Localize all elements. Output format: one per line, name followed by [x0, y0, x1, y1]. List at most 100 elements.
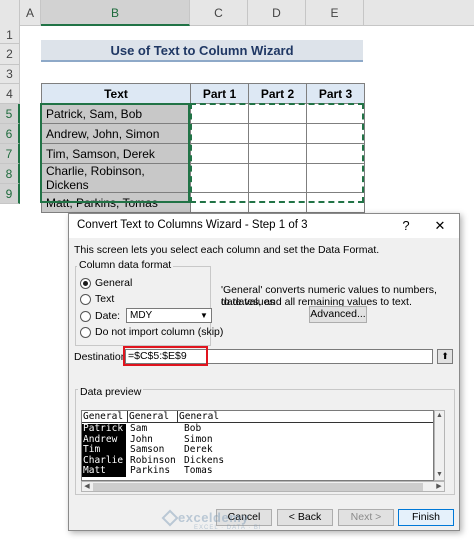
scroll-left-icon[interactable]: ◀ — [82, 482, 92, 492]
table-header-row: Text Part 1 Part 2 Part 3 — [41, 83, 365, 104]
preview-cell: Samson — [130, 444, 165, 455]
part-cell[interactable] — [248, 192, 307, 213]
convert-text-wizard-dialog: Convert Text to Columns Wizard - Step 1 … — [68, 213, 460, 531]
preview-vertical-scrollbar[interactable]: ▲ ▼ — [434, 410, 445, 481]
row-header-8[interactable]: 8 — [0, 164, 20, 184]
part-cell[interactable] — [306, 143, 365, 164]
data-table: Text Part 1 Part 2 Part 3 Patrick, Sam, … — [41, 83, 365, 213]
header-part-2[interactable]: Part 2 — [248, 83, 307, 104]
preview-cell: Tim — [83, 444, 101, 455]
radio-button-icon[interactable] — [80, 310, 91, 322]
date-format-select[interactable]: MDY ▼ — [126, 308, 212, 323]
text-cell[interactable]: Matt, Parkins, Tomas — [41, 192, 191, 213]
part-cell[interactable] — [306, 103, 365, 124]
column-header-e[interactable]: E — [306, 0, 364, 26]
row-header-5[interactable]: 5 — [0, 104, 20, 124]
preview-cell: Bob — [184, 423, 202, 434]
radio-button-icon[interactable] — [80, 326, 91, 338]
spreadsheet: A B C D E 1 2 3 4 5 6 7 8 9 Use of Text … — [0, 0, 474, 215]
part-cell[interactable] — [306, 123, 365, 144]
part-cell[interactable] — [248, 163, 307, 193]
row-header-7[interactable]: 7 — [0, 144, 20, 164]
scroll-up-icon[interactable]: ▲ — [435, 411, 444, 421]
radio-date[interactable]: Date: — [80, 309, 120, 323]
radio-text-label: Text — [95, 293, 115, 305]
dialog-title: Convert Text to Columns Wizard - Step 1 … — [77, 219, 308, 231]
scroll-down-icon[interactable]: ▼ — [435, 470, 444, 480]
destination-input[interactable]: =$C$5:$E$9 — [125, 349, 433, 364]
next-button[interactable]: Next > — [338, 509, 394, 526]
table-row: Matt, Parkins, Tomas — [41, 192, 365, 213]
question-mark-icon[interactable]: ? — [395, 216, 417, 236]
preview-header-col2[interactable]: General — [128, 411, 178, 423]
part-cell[interactable] — [306, 192, 365, 213]
text-cell[interactable]: Tim, Samson, Derek — [41, 143, 191, 164]
preview-horizontal-scrollbar[interactable]: ◀ ▶ — [81, 481, 445, 492]
row-header-6[interactable]: 6 — [0, 124, 20, 144]
part-cell[interactable] — [248, 143, 307, 164]
chevron-down-icon[interactable]: ▼ — [197, 309, 211, 322]
table-row: Patrick, Sam, Bob — [41, 103, 365, 124]
radio-date-label: Date: — [95, 310, 121, 322]
finish-button[interactable]: Finish — [398, 509, 454, 526]
radio-button-icon[interactable] — [80, 293, 91, 305]
radio-skip-label: Do not import column (skip) — [95, 326, 224, 338]
data-preview-box[interactable]: General General General Patrick Andrew T… — [81, 410, 434, 481]
data-preview-label: Data preview — [78, 386, 144, 398]
header-part-3[interactable]: Part 3 — [306, 83, 365, 104]
destination-label: Destination: — [74, 351, 130, 363]
column-header-c[interactable]: C — [190, 0, 248, 26]
watermark: exceldemy EXCEL · DATA · BI — [178, 510, 262, 531]
back-button[interactable]: < Back — [277, 509, 333, 526]
scrollbar-thumb[interactable] — [93, 483, 423, 491]
radio-general-label: General — [95, 277, 133, 289]
preview-cell: Patrick — [83, 423, 124, 434]
dialog-titlebar[interactable]: Convert Text to Columns Wizard - Step 1 … — [69, 214, 459, 238]
radio-button-selected-icon[interactable] — [80, 277, 91, 289]
preview-column-1[interactable]: Patrick Andrew Tim Charlie Matt — [82, 423, 126, 477]
preview-header-col3[interactable]: General — [178, 411, 433, 423]
column-header-a[interactable]: A — [20, 0, 41, 26]
part-cell[interactable] — [190, 143, 249, 164]
header-text[interactable]: Text — [41, 83, 191, 104]
radio-general[interactable]: General — [80, 276, 132, 290]
part-cell[interactable] — [190, 123, 249, 144]
part-cell[interactable] — [190, 163, 249, 193]
column-header-d[interactable]: D — [248, 0, 306, 26]
table-row: Tim, Samson, Derek — [41, 143, 365, 164]
preview-column-3[interactable]: Bob Simon Derek Dickens Tomas — [183, 423, 263, 477]
row-header-9[interactable]: 9 — [0, 184, 20, 204]
close-icon[interactable]: ✕ — [429, 216, 451, 236]
part-cell[interactable] — [190, 103, 249, 124]
row-header-1[interactable]: 1 — [0, 26, 20, 44]
header-part-1[interactable]: Part 1 — [190, 83, 249, 104]
part-cell[interactable] — [306, 163, 365, 193]
advanced-button[interactable]: Advanced... — [309, 306, 367, 323]
table-row: Andrew, John, Simon — [41, 123, 365, 144]
text-cell[interactable]: Andrew, John, Simon — [41, 123, 191, 144]
collapse-dialog-icon[interactable]: ⬆ — [437, 349, 453, 364]
sheet-title: Use of Text to Column Wizard — [41, 40, 363, 62]
part-cell[interactable] — [248, 123, 307, 144]
column-header-b[interactable]: B — [41, 0, 190, 26]
part-cell[interactable] — [248, 103, 307, 124]
select-all-corner[interactable] — [0, 0, 20, 26]
preview-cell: Matt — [83, 465, 106, 476]
preview-header-col1[interactable]: General — [82, 411, 128, 423]
part-cell[interactable] — [190, 192, 249, 213]
radio-skip[interactable]: Do not import column (skip) — [80, 325, 223, 339]
row-header-3[interactable]: 3 — [0, 65, 20, 84]
preview-cell: Tomas — [184, 465, 213, 476]
scroll-right-icon[interactable]: ▶ — [434, 482, 444, 492]
text-cell[interactable]: Patrick, Sam, Bob — [41, 103, 191, 124]
row-header-4[interactable]: 4 — [0, 84, 20, 104]
preview-cell: Derek — [184, 444, 213, 455]
dialog-intro: This screen lets you select each column … — [74, 244, 380, 256]
preview-column-2[interactable]: Sam John Samson Robinson Parkins — [129, 423, 179, 477]
date-format-value: MDY — [130, 310, 153, 321]
table-row: Charlie, Robinson, Dickens — [41, 163, 365, 193]
text-cell[interactable]: Charlie, Robinson, Dickens — [41, 163, 191, 193]
row-header-2[interactable]: 2 — [0, 44, 20, 65]
preview-header-row: General General General — [82, 411, 433, 423]
radio-text[interactable]: Text — [80, 292, 114, 306]
